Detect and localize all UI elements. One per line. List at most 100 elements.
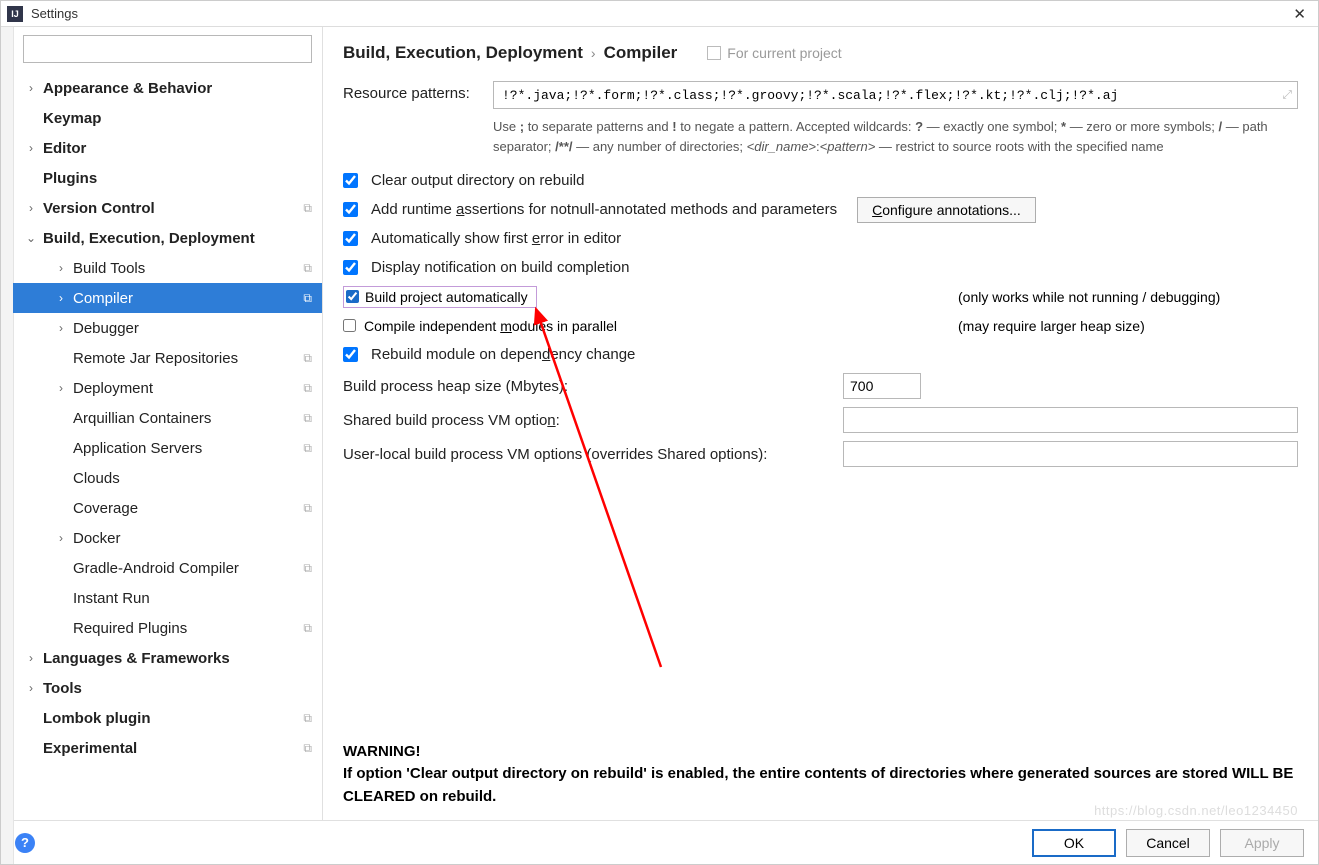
tree-item-build-tools[interactable]: › Build Tools ⧉ bbox=[13, 253, 322, 283]
breadcrumb-parent[interactable]: Build, Execution, Deployment bbox=[343, 43, 583, 63]
compile-parallel-note: (may require larger heap size) bbox=[958, 318, 1298, 334]
project-scope-icon: ⧉ bbox=[303, 201, 312, 216]
titlebar: IJ Settings ✕ bbox=[1, 1, 1318, 27]
tree-item-lombok-plugin[interactable]: Lombok plugin⧉ bbox=[13, 703, 322, 733]
breadcrumb: Build, Execution, Deployment › Compiler … bbox=[343, 35, 1298, 71]
tree-item-label: Application Servers bbox=[73, 440, 202, 457]
close-icon[interactable]: ✕ bbox=[1287, 5, 1312, 23]
tree-item-label: Debugger bbox=[73, 320, 139, 337]
tree-item-label: Gradle-Android Compiler bbox=[73, 560, 239, 577]
warning-body: If option 'Clear output directory on reb… bbox=[343, 763, 1298, 808]
tree-item-label: Required Plugins bbox=[73, 620, 187, 637]
tree-item-label: Remote Jar Repositories bbox=[73, 350, 238, 367]
settings-tree[interactable]: › Appearance & Behavior Keymap › Editor Plugi… bbox=[13, 69, 322, 820]
rebuild-dependency-label: Rebuild module on dependency change bbox=[371, 346, 635, 363]
chevron-icon: › bbox=[55, 261, 67, 275]
tree-item-label: Experimental bbox=[43, 740, 137, 757]
tree-item-label: Deployment bbox=[73, 380, 153, 397]
tree-item-coverage[interactable]: Coverage⧉ bbox=[13, 493, 322, 523]
chevron-icon: › bbox=[25, 81, 37, 95]
chevron-icon: › bbox=[55, 531, 67, 545]
app-icon: IJ bbox=[7, 6, 23, 22]
resource-patterns-input[interactable] bbox=[493, 81, 1298, 109]
resource-patterns-label: Resource patterns: bbox=[343, 81, 493, 102]
search-input[interactable] bbox=[23, 35, 312, 63]
tree-item-deployment[interactable]: ›Deployment⧉ bbox=[13, 373, 322, 403]
tree-item-label: Build, Execution, Deployment bbox=[43, 230, 255, 247]
tree-item-label: Compiler bbox=[73, 290, 133, 307]
project-scope-icon: ⧉ bbox=[303, 441, 312, 456]
tree-item-arquillian-containers[interactable]: Arquillian Containers⧉ bbox=[13, 403, 322, 433]
tree-item-label: Instant Run bbox=[73, 590, 150, 607]
breadcrumb-sep-icon: › bbox=[591, 45, 596, 61]
tree-item-application-servers[interactable]: Application Servers ⧉ bbox=[13, 433, 322, 463]
tree-item-build-execution-deployment[interactable]: ⌄Build, Execution, Deployment bbox=[13, 223, 322, 253]
tree-item-compiler[interactable]: ›Compiler⧉ bbox=[13, 283, 322, 313]
chevron-icon: › bbox=[55, 291, 67, 305]
window-title: Settings bbox=[31, 6, 78, 21]
tree-item-docker[interactable]: ›Docker bbox=[13, 523, 322, 553]
tree-item-clouds[interactable]: Clouds bbox=[13, 463, 322, 493]
chevron-icon: › bbox=[25, 681, 37, 695]
tree-item-required-plugins[interactable]: Required Plugins ⧉ bbox=[13, 613, 322, 643]
build-auto-note: (only works while not running / debuggin… bbox=[958, 289, 1298, 305]
tree-item-remote-jar-repositories[interactable]: Remote Jar Repositories ⧉ bbox=[13, 343, 322, 373]
tree-item-keymap[interactable]: Keymap bbox=[13, 103, 322, 133]
rebuild-dependency-checkbox[interactable] bbox=[343, 347, 358, 362]
project-scope-icon: ⧉ bbox=[303, 711, 312, 726]
user-vm-input[interactable] bbox=[843, 441, 1298, 467]
compile-parallel-checkbox[interactable] bbox=[343, 319, 356, 332]
heap-size-input[interactable] bbox=[843, 373, 921, 399]
auto-show-error-label: Automatically show first error in editor bbox=[371, 230, 621, 247]
apply-button[interactable]: Apply bbox=[1220, 829, 1304, 857]
add-runtime-assertions-label: Add runtime assertions for notnull-annot… bbox=[371, 201, 837, 218]
display-notification-label: Display notification on build completion bbox=[371, 259, 629, 276]
chevron-icon: › bbox=[25, 651, 37, 665]
tree-item-appearance-behavior[interactable]: › Appearance & Behavior bbox=[13, 73, 322, 103]
build-automatically-checkbox[interactable] bbox=[346, 290, 359, 303]
shared-vm-label: Shared build process VM option: bbox=[343, 412, 833, 429]
configure-annotations-button[interactable]: Configure annotations... bbox=[857, 197, 1036, 223]
tree-item-label: Appearance & Behavior bbox=[43, 80, 212, 97]
warning-title: WARNING! bbox=[343, 741, 1298, 764]
tree-item-label: Plugins bbox=[43, 170, 97, 187]
scope-icon bbox=[707, 46, 721, 60]
tree-item-debugger[interactable]: ›Debugger bbox=[13, 313, 322, 343]
add-runtime-assertions-checkbox[interactable] bbox=[343, 202, 358, 217]
tree-item-instant-run[interactable]: Instant Run bbox=[13, 583, 322, 613]
scope-label: For current project bbox=[727, 45, 841, 61]
build-automatically-label: Build project automatically bbox=[365, 289, 528, 305]
tree-item-experimental[interactable]: Experimental⧉ bbox=[13, 733, 322, 763]
project-scope-icon: ⧉ bbox=[303, 351, 312, 366]
chevron-icon: › bbox=[55, 381, 67, 395]
tree-item-label: Build Tools bbox=[73, 260, 145, 277]
project-scope-icon: ⧉ bbox=[303, 411, 312, 426]
user-vm-label: User-local build process VM options (ove… bbox=[343, 446, 833, 463]
tree-item-editor[interactable]: › Editor bbox=[13, 133, 322, 163]
tree-item-label: Editor bbox=[43, 140, 86, 157]
heap-size-label: Build process heap size (Mbytes): bbox=[343, 378, 833, 395]
ok-button[interactable]: OK bbox=[1032, 829, 1116, 857]
chevron-icon: › bbox=[25, 141, 37, 155]
tree-item-plugins[interactable]: Plugins bbox=[13, 163, 322, 193]
chevron-icon: › bbox=[25, 201, 37, 215]
tree-item-label: Languages & Frameworks bbox=[43, 650, 230, 667]
warning-block: WARNING! If option 'Clear output directo… bbox=[343, 735, 1298, 821]
dialog-footer: ? OK Cancel Apply bbox=[1, 820, 1318, 864]
auto-show-error-checkbox[interactable] bbox=[343, 231, 358, 246]
shared-vm-input[interactable] bbox=[843, 407, 1298, 433]
cancel-button[interactable]: Cancel bbox=[1126, 829, 1210, 857]
tree-item-gradle-android-compiler[interactable]: Gradle-Android Compiler⧉ bbox=[13, 553, 322, 583]
tree-item-label: Coverage bbox=[73, 500, 138, 517]
project-scope-icon: ⧉ bbox=[303, 261, 312, 276]
tree-item-tools[interactable]: › Tools bbox=[13, 673, 322, 703]
display-notification-checkbox[interactable] bbox=[343, 260, 358, 275]
help-icon[interactable]: ? bbox=[15, 833, 35, 853]
clear-output-checkbox[interactable] bbox=[343, 173, 358, 188]
expand-icon[interactable]: ⤢ bbox=[1282, 88, 1292, 103]
tree-item-label: Tools bbox=[43, 680, 82, 697]
project-scope-icon: ⧉ bbox=[303, 621, 312, 636]
tree-item-languages-frameworks[interactable]: › Languages & Frameworks bbox=[13, 643, 322, 673]
tree-item-version-control[interactable]: ›Version Control⧉ bbox=[13, 193, 322, 223]
build-auto-highlight: Build project automatically bbox=[343, 286, 537, 308]
